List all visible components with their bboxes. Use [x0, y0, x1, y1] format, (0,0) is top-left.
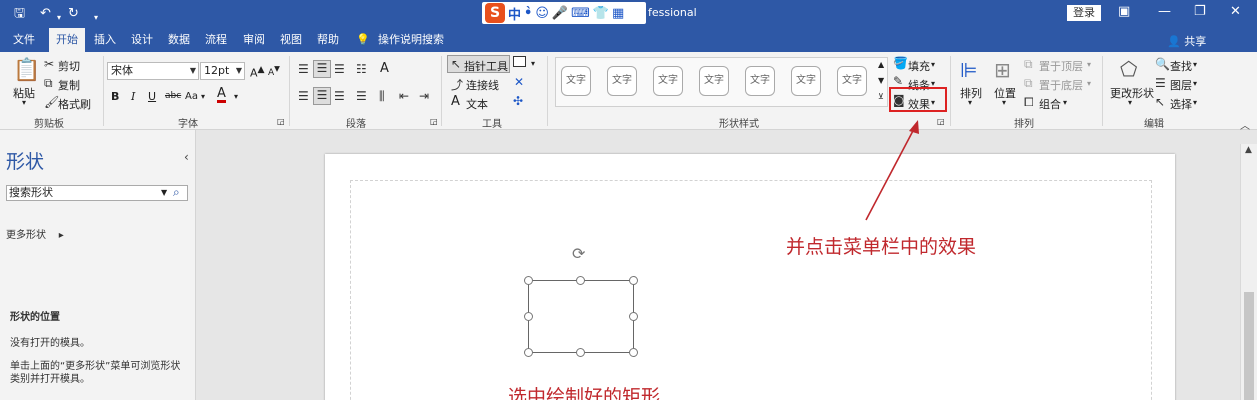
annotation-arrow	[865, 120, 919, 221]
vertical-scrollbar[interactable]: ▲	[1240, 144, 1257, 400]
scroll-up-icon[interactable]: ▲	[1245, 145, 1252, 155]
effects-callout-text: 并点击菜单栏中的效果	[786, 236, 977, 258]
select-rect-callout-text: 选中绘制好的矩形	[508, 386, 661, 400]
scroll-thumb[interactable]	[1244, 292, 1254, 400]
